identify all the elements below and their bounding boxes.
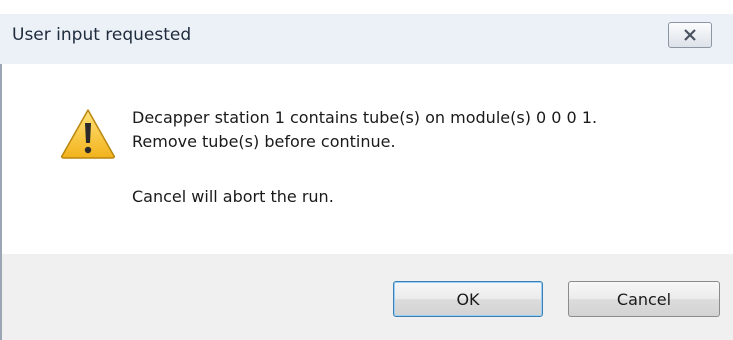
message-line-1: Decapper station 1 contains tube(s) on m…	[132, 108, 598, 127]
message-line-3: Cancel will abort the run.	[132, 187, 334, 206]
close-icon	[684, 29, 696, 41]
dialog-title: User input requested	[12, 25, 192, 45]
close-button[interactable]	[668, 22, 712, 48]
warning-icon	[61, 109, 115, 159]
message-line-2: Remove tube(s) before continue.	[132, 132, 396, 151]
dialog-window: User input requested Decapper station 1 …	[0, 0, 733, 340]
ok-button[interactable]: OK	[393, 281, 543, 317]
cancel-button[interactable]: Cancel	[568, 281, 720, 317]
